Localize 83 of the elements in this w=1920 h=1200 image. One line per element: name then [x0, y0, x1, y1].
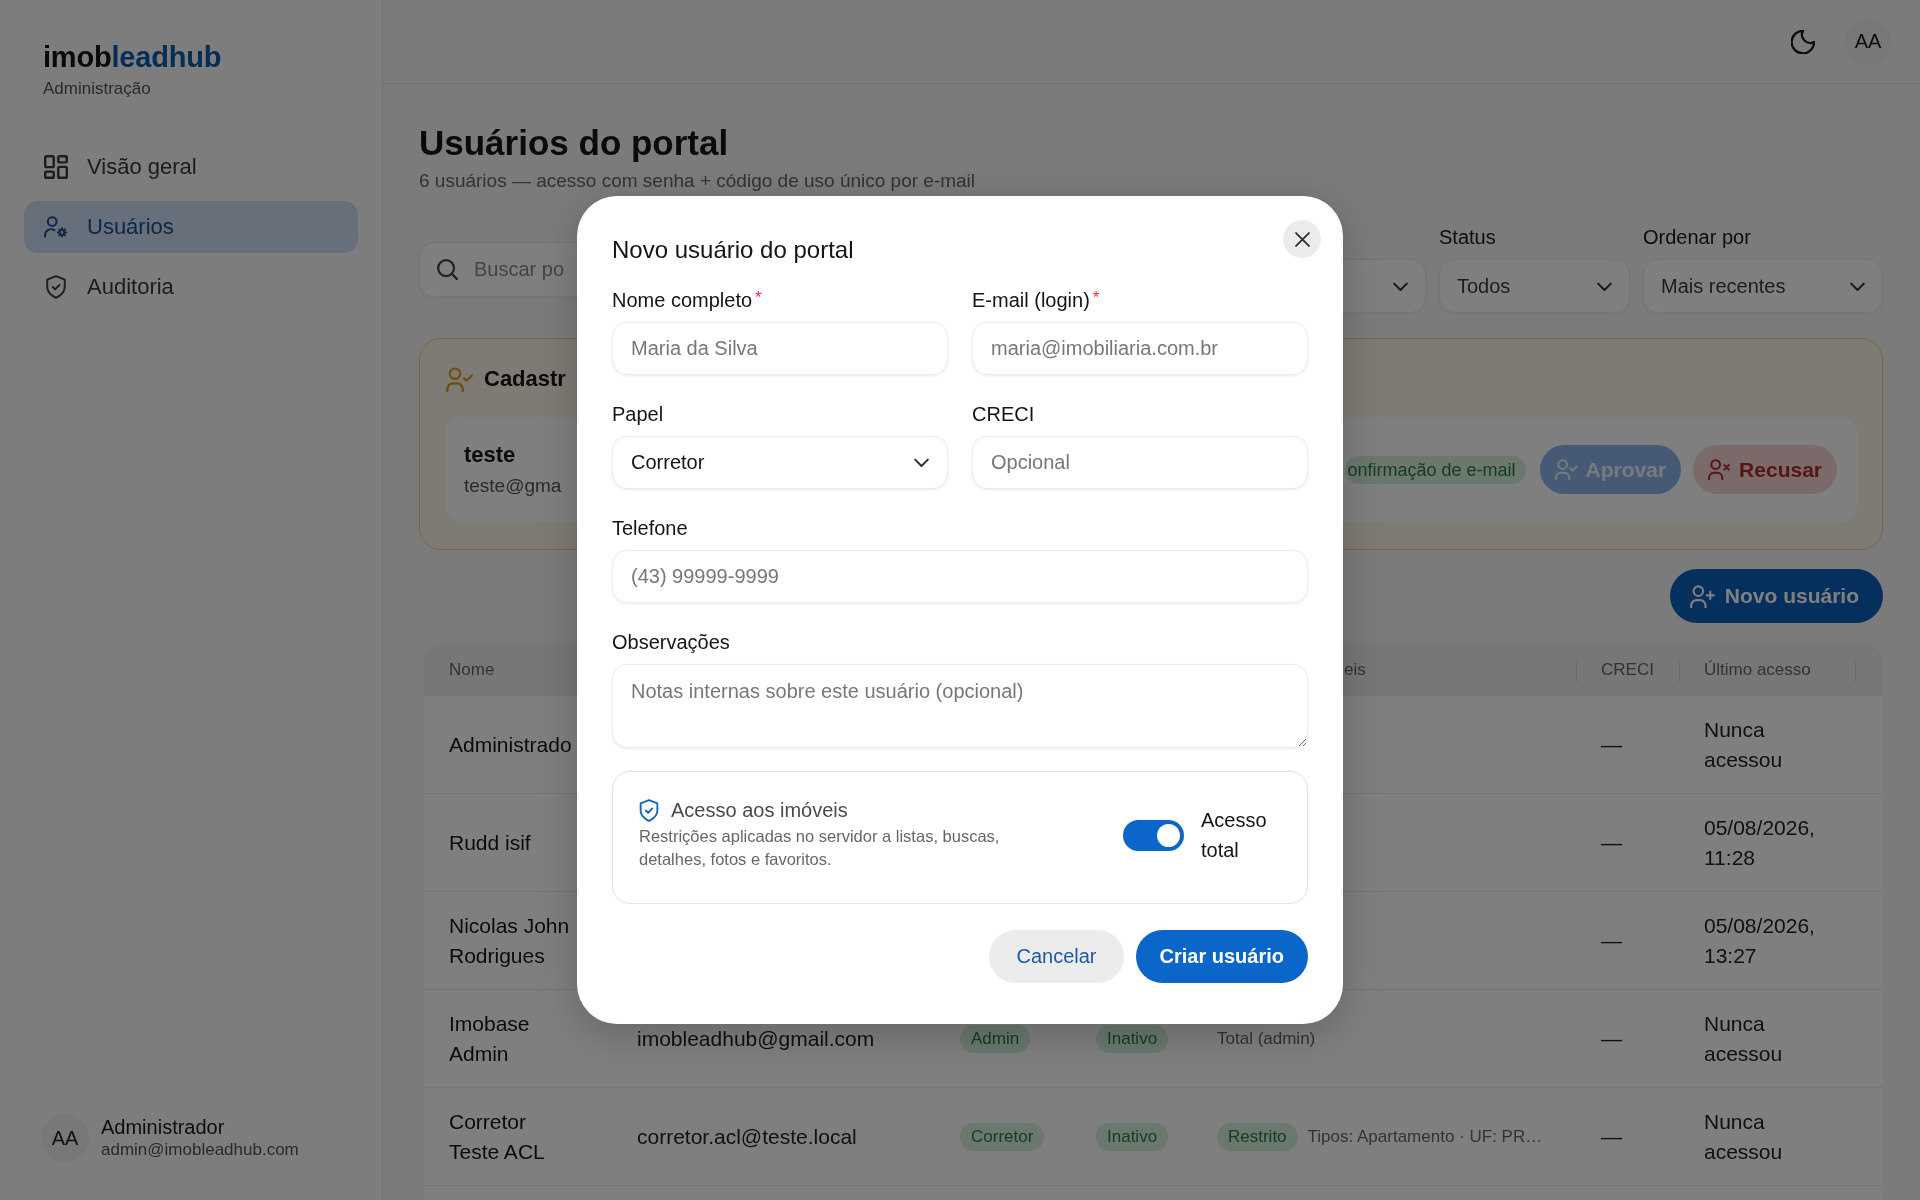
input-field[interactable]: maria@imobiliaria.com.br [972, 322, 1308, 375]
user-check-icon [1554, 459, 1578, 480]
toggle-label: Acesso total [1201, 808, 1268, 863]
creci-value: — [1601, 1124, 1622, 1149]
grid-icon [44, 155, 68, 179]
user-name: Administrado [449, 731, 572, 758]
page-title: Usuários do portal [419, 122, 729, 164]
close-button[interactable] [1283, 220, 1321, 258]
creci-value: — [1601, 928, 1622, 953]
reject-button[interactable]: Recusar [1693, 445, 1837, 494]
access-title: Acesso aos imóveis [671, 799, 848, 822]
field-label: Nome completo$^{*}$ [612, 287, 762, 312]
access-summary: Total (admin) [1217, 1028, 1316, 1049]
user-x-icon [1708, 459, 1732, 480]
user-email: admin@imobleadhub.com [101, 1139, 299, 1161]
field-label: CRECI [972, 402, 1035, 426]
new-user-button[interactable]: Novo usuário [1669, 569, 1883, 623]
user-email: corretor.acl@teste.local [637, 1124, 857, 1149]
access-badge: Restrito [1217, 1122, 1298, 1151]
role-select[interactable]: Corretor [612, 436, 948, 489]
access-toggle[interactable] [1123, 819, 1184, 851]
user-gear-icon [44, 215, 68, 239]
page-subtitle: 6 usuários — acesso com senha + código de uso único por e-mail [419, 170, 977, 192]
column-header: Nome [449, 660, 495, 680]
cancel-button[interactable]: Cancelar [989, 930, 1124, 983]
chevron-down-icon [1393, 281, 1408, 291]
moon-icon[interactable] [1791, 29, 1815, 54]
creci-value: — [1601, 1026, 1622, 1051]
input-field[interactable]: Opcional [972, 436, 1308, 489]
pending-user-email: teste@gma [464, 473, 562, 498]
user-name: Rudd isif [449, 829, 531, 856]
sidebar-item[interactable]: Auditoria [24, 261, 358, 313]
last-access: Nunca acessou [1704, 1010, 1784, 1067]
dialog-title: Novo usuário do portal [612, 235, 854, 265]
logo-subtitle: Administração [43, 79, 152, 99]
filter-select[interactable]: Todos [1439, 259, 1630, 313]
shield-check-icon [44, 275, 68, 299]
last-access: 05/08/2026, 13:27 [1704, 912, 1816, 969]
sidebar-item[interactable]: Usuários [24, 201, 358, 253]
status-badge: onfirmação de e-mail [1344, 455, 1526, 484]
role-badge: Corretor [960, 1122, 1045, 1151]
pending-user-name: teste [464, 440, 517, 469]
chevron-down-icon [1597, 281, 1612, 291]
input-field[interactable]: (43) 99999-9999 [612, 550, 1308, 603]
last-access: Nunca acessou [1704, 716, 1784, 773]
create-user-button[interactable]: Criar usuário [1135, 930, 1308, 983]
logo-text: imobleadhub [43, 41, 222, 73]
user-name: Corretor Teste ACL [449, 1108, 546, 1165]
field-label: E-mail (login)$^{*}$ [972, 287, 1100, 312]
input-field[interactable]: Maria da Silva [612, 322, 948, 375]
user-plus-icon [1689, 584, 1715, 608]
status-badge: Inativo [1096, 1024, 1169, 1053]
last-access: Nunca acessou [1704, 1108, 1784, 1165]
user-name: Nicolas John Rodrigues [449, 912, 571, 969]
role-badge: Admin [960, 1024, 1031, 1053]
field-label: Telefone [612, 516, 688, 540]
user-name: Administrador [101, 1115, 226, 1139]
notes-field[interactable]: Notas internas sobre este usuário (opcional) [612, 664, 1308, 748]
panel-title: Cadastr [484, 366, 566, 392]
user-avatar: AA [41, 1114, 89, 1162]
filter-label: Ordenar por [1643, 226, 1752, 248]
search-icon [437, 259, 458, 280]
close-icon [1294, 231, 1310, 247]
user-email: imobleadhub@gmail.com [637, 1026, 875, 1051]
field-label: Observações [612, 630, 730, 654]
column-header: eis [1344, 660, 1366, 680]
status-badge: Inativo [1096, 1122, 1169, 1151]
filter-select[interactable]: Mais recentes [1643, 259, 1883, 313]
last-access: 05/08/2026, 11:28 [1704, 814, 1816, 871]
sidebar-item[interactable]: Visão geral [24, 141, 358, 193]
shield-check-icon [639, 799, 659, 822]
chevron-down-icon [914, 458, 929, 467]
chevron-down-icon [1850, 281, 1865, 291]
user-check-icon [446, 366, 473, 392]
column-header: CRECI [1601, 660, 1654, 680]
access-description: Restrições aplicadas no servidor a listas, buscas, detalhes, fotos e favoritos. [639, 826, 1001, 870]
user-name: Imobase Admin [449, 1010, 531, 1067]
creci-value: — [1601, 830, 1622, 855]
access-summary: Tipos: Apartamento · UF: PR… [1307, 1126, 1543, 1147]
filter-label: Status [1439, 226, 1497, 248]
column-header: Último acesso [1704, 660, 1811, 680]
creci-value: — [1601, 732, 1622, 757]
field-label: Papel [612, 402, 664, 426]
